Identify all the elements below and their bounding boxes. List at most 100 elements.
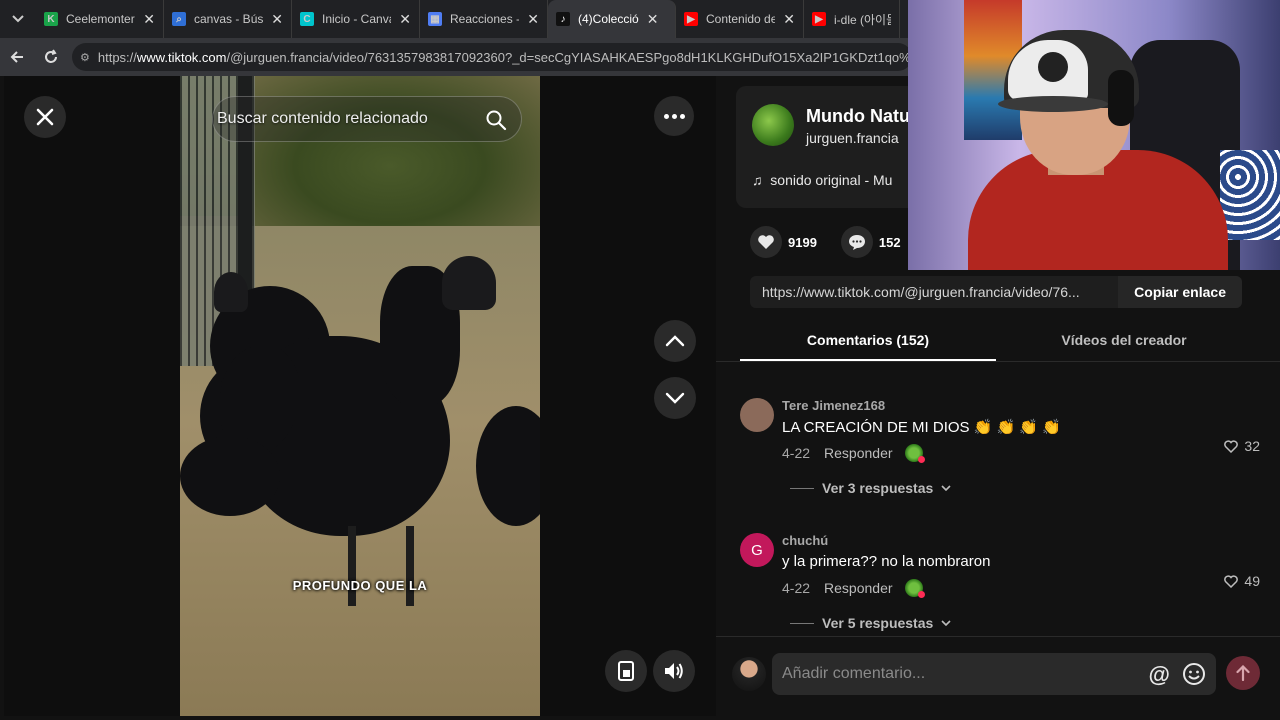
- chevron-up-icon: [665, 335, 685, 347]
- comment-like[interactable]: 32: [1224, 438, 1260, 454]
- webcam-overlay: [908, 0, 1280, 270]
- browser-tab[interactable]: ♪ (4)Colecció ✕: [548, 0, 676, 38]
- next-video-button[interactable]: [654, 377, 696, 419]
- tab-label: Inicio - Canva: [322, 12, 392, 26]
- share-link-box: https://www.tiktok.com/@jurguen.francia/…: [750, 276, 1242, 308]
- music-title: sonido original - Mu: [770, 172, 893, 188]
- commenter-username[interactable]: chuchú: [782, 533, 828, 548]
- tab-close-icon[interactable]: ✕: [399, 11, 411, 28]
- send-comment-button[interactable]: [1226, 656, 1260, 690]
- comment-like-count: 32: [1244, 438, 1260, 454]
- related-search-pill[interactable]: Buscar contenido relacionado: [212, 96, 522, 142]
- tab-label: Contenido del: [706, 12, 776, 26]
- search-icon[interactable]: [485, 109, 507, 131]
- commenter-username[interactable]: Tere Jimenez168: [782, 398, 885, 413]
- comment-meta: 4-22 Responder: [782, 444, 925, 463]
- tab-label: Reacciones - D: [450, 12, 519, 26]
- chicken-back-head: [214, 272, 248, 312]
- url-host: www.tiktok.com: [136, 49, 227, 65]
- tab-comments[interactable]: Comentarios (152): [740, 332, 996, 348]
- close-icon: [36, 108, 54, 126]
- floating-player-button[interactable]: [605, 650, 647, 692]
- tab-close-icon[interactable]: ✕: [527, 11, 539, 28]
- tab-favicon-icon: ▶: [684, 12, 698, 26]
- music-note-icon: ♫: [752, 172, 771, 188]
- site-info-icon[interactable]: ⚙: [80, 51, 90, 64]
- comment-like-count: 49: [1244, 573, 1260, 589]
- tab-search-dropdown-icon[interactable]: [0, 0, 36, 38]
- reaction-emoji-icon[interactable]: [904, 444, 925, 463]
- commenter-avatar[interactable]: G: [740, 533, 774, 567]
- video-stage: PROFUNDO QUE LA Buscar contenido relacio…: [4, 76, 740, 716]
- comment-item: Tere Jimenez168 LA CREACIÓN DE MI DIOS 👏 …: [740, 398, 1260, 508]
- video-player[interactable]: PROFUNDO QUE LA: [180, 76, 540, 716]
- browser-tab[interactable]: ▦ Reacciones - D ✕: [420, 0, 548, 38]
- previous-video-button[interactable]: [654, 320, 696, 362]
- heart-icon[interactable]: [750, 226, 782, 258]
- tab-label: canvas - Búsqu: [194, 12, 264, 26]
- picture-in-picture-icon: [618, 661, 634, 681]
- back-arrow-icon[interactable]: [0, 38, 34, 76]
- chicken-front-body: [180, 436, 280, 516]
- comment-date: 4-22: [782, 580, 811, 596]
- browser-tab[interactable]: ▶ Contenido del ✕: [676, 0, 804, 38]
- comment-count: 152: [878, 234, 901, 250]
- comment-bubble-icon[interactable]: [840, 226, 873, 258]
- comment-stat[interactable]: 152: [840, 226, 901, 258]
- browser-tab[interactable]: K Ceelemontero ✕: [36, 0, 164, 38]
- tab-close-icon[interactable]: ✕: [783, 11, 795, 28]
- commenter-avatar[interactable]: [740, 398, 774, 432]
- reaction-emoji-icon[interactable]: [904, 579, 925, 598]
- chevron-down-icon: [941, 620, 951, 626]
- webcam-cap-logo: [1038, 52, 1068, 82]
- related-search-placeholder: Buscar contenido relacionado: [217, 110, 428, 127]
- comment-item: Gchuchú y la primera?? no la nombraron 4-2…: [740, 533, 1260, 643]
- comment-like[interactable]: 49: [1224, 573, 1260, 589]
- webcam-cap-brim: [998, 96, 1108, 112]
- comment-text: y la primera?? no la nombraron: [782, 553, 991, 570]
- tab-favicon-icon: ⌕: [172, 12, 186, 26]
- mention-at-icon[interactable]: @: [1149, 662, 1170, 688]
- share-link-text[interactable]: https://www.tiktok.com/@jurguen.francia/…: [750, 284, 1110, 300]
- close-button[interactable]: [24, 96, 66, 138]
- rooster-leg-right: [406, 526, 414, 606]
- tab-label: Ceelemontero: [66, 12, 136, 26]
- like-count: 9199: [788, 234, 817, 250]
- url-prefix: https://: [97, 49, 137, 65]
- tab-close-icon[interactable]: ✕: [271, 11, 283, 28]
- music-link[interactable]: ♫ sonido original - Mu: [752, 172, 892, 188]
- browser-tab[interactable]: C Inicio - Canva ✕: [292, 0, 420, 38]
- author-name[interactable]: Mundo Natu: [806, 106, 910, 127]
- more-dots-icon: [663, 113, 669, 119]
- video-caption: PROFUNDO QUE LA: [292, 578, 428, 593]
- tab-favicon-icon: K: [44, 12, 58, 26]
- reply-button[interactable]: Responder: [824, 445, 893, 461]
- heart-outline-icon: [1224, 439, 1239, 453]
- comment-input[interactable]: Añadir comentario... @: [772, 653, 1216, 695]
- speaker-icon: [665, 663, 683, 679]
- more-options-button[interactable]: [654, 96, 694, 136]
- comment-text: LA CREACIÓN DE MI DIOS 👏 👏 👏 👏: [782, 419, 1061, 436]
- tab-favicon-icon: ▦: [428, 12, 442, 26]
- browser-tab[interactable]: ▶ i-dle (아이들: [804, 0, 900, 38]
- tab-creator-videos[interactable]: Vídeos del creador: [996, 332, 1252, 348]
- emoji-smile-icon[interactable]: [1182, 662, 1206, 686]
- tab-favicon-icon: ▶: [812, 12, 826, 26]
- tab-close-icon[interactable]: ✕: [647, 11, 659, 28]
- author-avatar[interactable]: [752, 104, 794, 146]
- browser-tab[interactable]: ⌕ canvas - Búsqu ✕: [164, 0, 292, 38]
- chevron-down-icon: [665, 392, 685, 404]
- reply-button[interactable]: Responder: [824, 580, 893, 596]
- like-stat[interactable]: 9199: [750, 226, 817, 258]
- more-dots-icon: [671, 113, 677, 119]
- tab-close-icon[interactable]: ✕: [143, 11, 155, 28]
- tab-label: (4)Colecció: [578, 12, 639, 26]
- url-field[interactable]: ⚙ https://www.tiktok.com/@jurguen.franci…: [72, 43, 912, 71]
- author-handle[interactable]: jurguen.francia: [806, 130, 899, 146]
- copy-link-button[interactable]: Copiar enlace: [1118, 276, 1242, 308]
- volume-button[interactable]: [653, 650, 695, 692]
- view-replies-button[interactable]: Ver 3 respuestas: [790, 480, 951, 496]
- current-user-avatar: [732, 657, 766, 691]
- reload-icon[interactable]: [34, 38, 68, 76]
- view-replies-button[interactable]: Ver 5 respuestas: [790, 615, 951, 631]
